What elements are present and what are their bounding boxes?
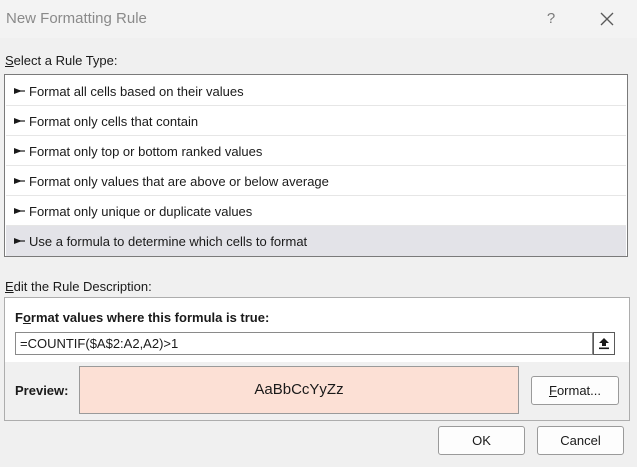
- arrow-right-icon: [14, 208, 25, 214]
- rule-description-panel: Format values where this formula is true…: [4, 297, 630, 421]
- rule-type-item-label: Format only top or bottom ranked values: [29, 144, 263, 159]
- arrow-right-icon: [14, 118, 25, 124]
- collapse-dialog-button[interactable]: [593, 332, 615, 355]
- arrow-right-icon: [14, 178, 25, 184]
- cancel-button[interactable]: Cancel: [537, 426, 624, 455]
- formula-panel: Format values where this formula is true…: [5, 298, 629, 362]
- rule-type-item[interactable]: Format only cells that contain: [6, 106, 626, 136]
- rule-type-item[interactable]: Format only top or bottom ranked values: [6, 136, 626, 166]
- arrow-right-icon: [14, 148, 25, 154]
- rule-description-label: Edit the Rule Description:: [5, 279, 152, 294]
- ok-button[interactable]: OK: [438, 426, 525, 455]
- arrow-right-icon: [14, 88, 25, 94]
- rule-type-item-selected[interactable]: Use a formula to determine which cells t…: [6, 226, 626, 256]
- format-button[interactable]: Format...: [531, 376, 619, 405]
- help-button[interactable]: ?: [540, 8, 562, 30]
- formula-label-access-key: o: [22, 310, 31, 325]
- format-button-access-key: F: [548, 383, 557, 398]
- rule-type-item[interactable]: Format all cells based on their values: [6, 76, 626, 106]
- rule-type-item-label: Format only unique or duplicate values: [29, 204, 253, 219]
- title-bar: New Formatting Rule ?: [0, 0, 637, 38]
- arrow-right-icon: [14, 238, 25, 244]
- formula-label: Format values where this formula is true…: [15, 310, 269, 325]
- rule-type-item-label: Format all cells based on their values: [29, 84, 244, 99]
- preview-area: AaBbCcYyZz: [79, 366, 519, 414]
- rule-type-item-label: Format only cells that contain: [29, 114, 199, 129]
- rule-type-label: Select a Rule Type:: [5, 53, 118, 68]
- upload-arrow-icon: [599, 338, 609, 350]
- rule-type-label-access-key: S: [5, 53, 14, 68]
- rule-type-item-label: Format only values that are above or bel…: [29, 174, 329, 189]
- rule-type-item-label: Use a formula to determine which cells t…: [29, 234, 308, 249]
- formula-input[interactable]: [15, 332, 593, 355]
- rule-type-label-text: elect a Rule Type:: [13, 53, 118, 68]
- dialog-title: New Formatting Rule: [6, 10, 147, 27]
- rule-description-label-access-key: E: [5, 279, 14, 294]
- close-icon: [600, 12, 614, 26]
- rule-type-item[interactable]: Format only unique or duplicate values: [6, 196, 626, 226]
- close-button[interactable]: [596, 8, 618, 30]
- rule-type-item[interactable]: Format only values that are above or bel…: [6, 166, 626, 196]
- rule-description-label-text: dit the Rule Description:: [13, 279, 152, 294]
- preview-sample-text: AaBbCcYyZz: [254, 381, 344, 398]
- preview-label: Preview:: [15, 383, 69, 398]
- formula-label-first: F: [15, 310, 23, 325]
- formula-label-text: rmat values where this formula is true:: [30, 310, 270, 325]
- rule-type-list[interactable]: Format all cells based on their values F…: [4, 74, 628, 257]
- format-button-label: ormat...: [556, 383, 602, 398]
